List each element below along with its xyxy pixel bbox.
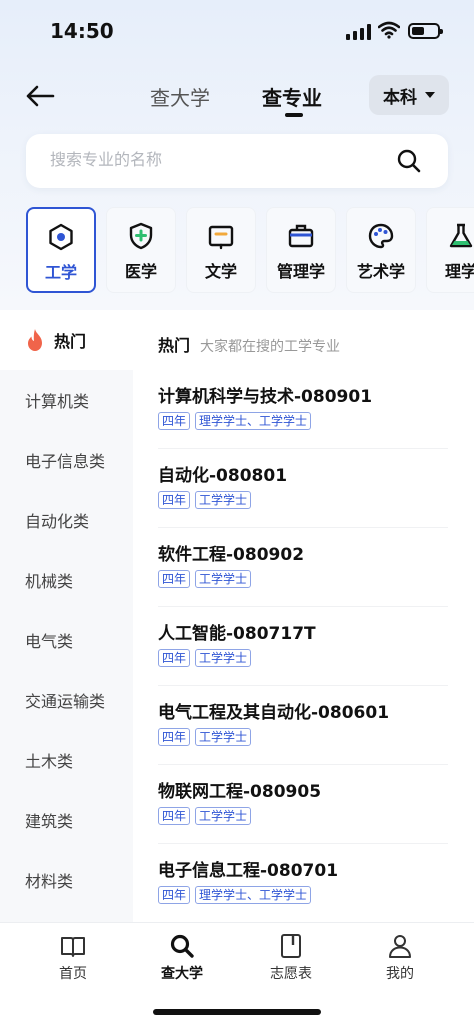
category-row: 工学 医学 文学 管理学 艺术学 理学 <box>26 207 474 293</box>
category-management[interactable]: 管理学 <box>266 207 336 293</box>
sidebar-item-computer[interactable]: 计算机类 <box>0 370 133 430</box>
book-icon <box>208 225 234 250</box>
bottom-nav-profile[interactable]: 我的 <box>360 933 440 983</box>
list-item[interactable]: 电子信息工程-080701 四年 理学学士、工学学士 <box>158 844 448 922</box>
sidebar-item-civil[interactable]: 土木类 <box>0 730 133 790</box>
sidebar-item-mechanical[interactable]: 机械类 <box>0 550 133 610</box>
search-icon <box>170 934 194 958</box>
sidebar-item-automation[interactable]: 自动化类 <box>0 490 133 550</box>
status-time: 14:50 <box>50 19 114 43</box>
sidebar-item-electrical[interactable]: 电气类 <box>0 610 133 670</box>
list-item[interactable]: 自动化-080801 四年 工学学士 <box>158 449 448 528</box>
status-bar: 14:50 <box>0 0 474 62</box>
sidebar-item-materials[interactable]: 材料类 <box>0 850 133 910</box>
bottom-nav-home[interactable]: 首页 <box>33 933 113 983</box>
duration-tag: 四年 <box>158 886 191 904</box>
tab-major[interactable]: 查专业 <box>262 82 322 111</box>
sidebar-hot-label: 热门 <box>54 332 87 351</box>
degree-tag: 理学学士、工学学士 <box>195 412 312 430</box>
category-literature[interactable]: 文学 <box>186 207 256 293</box>
category-label: 工学 <box>44 263 77 282</box>
bottom-nav-application[interactable]: 志愿表 <box>251 933 331 983</box>
section-title: 热门 <box>158 336 191 355</box>
battery-icon <box>408 23 443 39</box>
open-book-icon <box>61 937 85 957</box>
category-art[interactable]: 艺术学 <box>346 207 416 293</box>
major-name: 计算机科学与技术-080901 <box>158 387 373 407</box>
duration-tag: 四年 <box>158 728 191 746</box>
list-item[interactable]: 计算机科学与技术-080901 四年 理学学士、工学学士 <box>158 370 448 449</box>
degree-label: 本科 <box>383 87 417 108</box>
major-name: 人工智能-080717T <box>158 624 316 644</box>
major-name: 物联网工程-080905 <box>158 782 322 802</box>
sidebar-item-hot[interactable]: 热门 <box>0 310 133 370</box>
bottom-nav-label: 首页 <box>59 966 87 982</box>
major-list: 热门 大家都在搜的工学专业 计算机科学与技术-080901 四年 理学学士、工学学… <box>133 310 474 922</box>
flask-icon <box>449 223 473 248</box>
category-engineering[interactable]: 工学 <box>26 207 96 293</box>
degree-tag: 工学学士 <box>195 728 252 746</box>
medical-shield-icon <box>129 222 153 250</box>
category-label: 管理学 <box>276 262 325 281</box>
notebook-icon <box>281 934 301 958</box>
list-item[interactable]: 电气工程及其自动化-080601 四年 工学学士 <box>158 686 448 765</box>
duration-tag: 四年 <box>158 807 191 825</box>
home-indicator <box>153 1009 321 1015</box>
sidebar-item-architecture[interactable]: 建筑类 <box>0 790 133 850</box>
section-header: 热门 大家都在搜的工学专业 <box>158 332 340 356</box>
list-item[interactable]: 物联网工程-080905 四年 工学学士 <box>158 765 448 844</box>
degree-tag: 工学学士 <box>195 649 252 667</box>
category-science[interactable]: 理学 <box>426 207 474 293</box>
active-tab-indicator <box>285 113 303 117</box>
section-subtitle: 大家都在搜的工学专业 <box>200 339 341 355</box>
signal-icon <box>346 24 372 40</box>
degree-tag: 工学学士 <box>195 491 252 509</box>
bottom-nav-label: 查大学 <box>161 966 203 982</box>
search-input[interactable] <box>50 150 380 169</box>
sidebar-item-transport[interactable]: 交通运输类 <box>0 670 133 730</box>
category-label: 文学 <box>204 262 237 281</box>
search-icon[interactable] <box>396 148 422 174</box>
back-button[interactable] <box>22 80 58 112</box>
major-name: 自动化-080801 <box>158 466 288 486</box>
arrow-left-icon <box>26 85 55 107</box>
hexagon-nut-icon <box>49 223 73 251</box>
duration-tag: 四年 <box>158 570 191 588</box>
briefcase-icon <box>288 224 314 248</box>
degree-tag: 工学学士 <box>195 807 252 825</box>
major-name: 电气工程及其自动化-080601 <box>158 703 390 723</box>
major-name: 软件工程-080902 <box>158 545 305 565</box>
search-box[interactable] <box>26 134 448 188</box>
user-icon <box>389 935 411 958</box>
list-item[interactable]: 软件工程-080902 四年 工学学士 <box>158 528 448 607</box>
sidebar: 热门 计算机类 电子信息类 自动化类 机械类 电气类 交通运输类 土木类 建筑类… <box>0 310 133 922</box>
major-name: 电子信息工程-080701 <box>158 861 339 881</box>
degree-selector[interactable]: 本科 <box>369 75 449 115</box>
duration-tag: 四年 <box>158 649 191 667</box>
wifi-icon <box>378 21 400 39</box>
bottom-nav-university[interactable]: 查大学 <box>142 933 222 983</box>
category-label: 艺术学 <box>356 262 405 281</box>
category-label: 理学 <box>444 262 474 281</box>
bottom-nav-label: 志愿表 <box>270 966 312 982</box>
palette-icon <box>368 223 394 249</box>
duration-tag: 四年 <box>158 491 191 509</box>
list-item[interactable]: 人工智能-080717T 四年 工学学士 <box>158 607 448 686</box>
degree-tag: 理学学士、工学学士 <box>195 886 312 904</box>
category-medicine[interactable]: 医学 <box>106 207 176 293</box>
caret-down-icon <box>425 92 435 98</box>
tab-university[interactable]: 查大学 <box>150 82 210 111</box>
category-label: 医学 <box>124 262 157 281</box>
bottom-nav-label: 我的 <box>386 966 414 982</box>
duration-tag: 四年 <box>158 412 191 430</box>
sidebar-item-electronics[interactable]: 电子信息类 <box>0 430 133 490</box>
fire-icon <box>28 329 42 351</box>
degree-tag: 工学学士 <box>195 570 252 588</box>
